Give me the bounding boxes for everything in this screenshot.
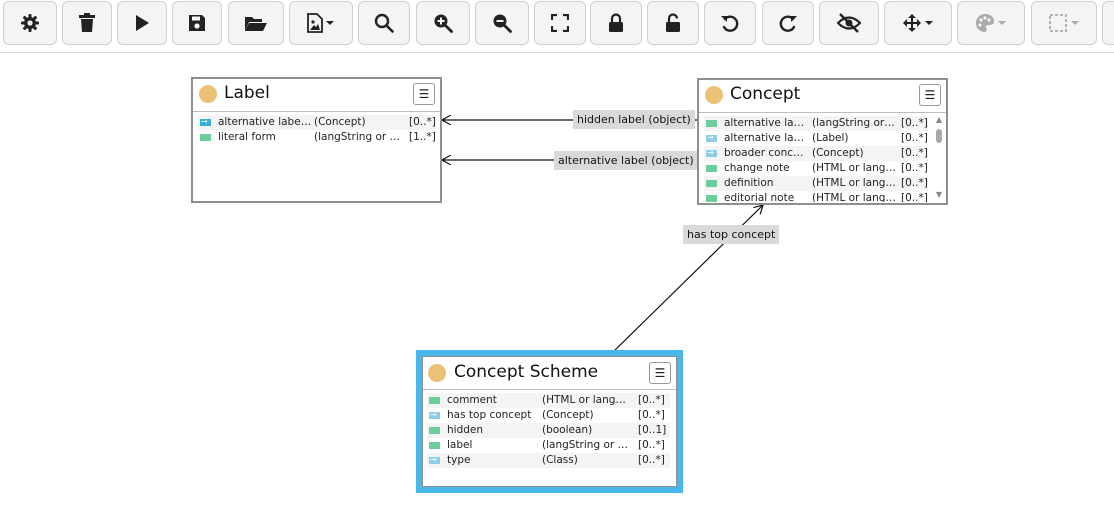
property-cardinality: [0..*]	[901, 177, 928, 189]
node-header: Concept Scheme ☰	[423, 357, 676, 390]
property-name: alternative label for	[218, 116, 312, 128]
scroll-down-icon[interactable]: ▼	[934, 191, 944, 199]
property-type: (HTML or langSt...	[812, 162, 898, 174]
property-type: (langString or stri...	[314, 131, 404, 143]
property-cardinality: [0..*]	[901, 147, 928, 159]
property-row[interactable]: editorial note (HTML or langSt... [0..*]	[704, 191, 928, 202]
property-cardinality: [0..*]	[638, 439, 665, 451]
hamburger-menu-icon[interactable]: ☰	[413, 83, 435, 105]
property-name: type	[447, 454, 471, 466]
property-type: (Concept)	[542, 409, 594, 421]
property-name: comment	[447, 394, 497, 406]
relation-icon	[429, 452, 440, 467]
class-node-concept[interactable]: Concept ☰ alternative label (langString …	[697, 78, 948, 205]
attribute-icon	[706, 195, 717, 202]
node-title: Label	[224, 83, 270, 103]
property-cardinality: [1..*]	[409, 131, 435, 143]
relation-icon	[706, 130, 717, 145]
property-type: (langString or str...	[812, 117, 898, 129]
node-frame: Concept Scheme ☰ comment (HTML or langSt…	[422, 356, 677, 487]
property-type: (langString or stri...	[542, 439, 632, 451]
property-list: comment (HTML or langStri... [0..*] has …	[427, 393, 670, 468]
property-name: has top concept	[447, 409, 532, 421]
property-name: broader concept	[724, 147, 808, 159]
property-type: (Concept)	[812, 147, 864, 159]
attribute-icon	[706, 120, 717, 127]
property-row[interactable]: comment (HTML or langStri... [0..*]	[427, 393, 670, 408]
attribute-icon	[200, 134, 211, 141]
property-row[interactable]: change note (HTML or langSt... [0..*]	[704, 161, 928, 176]
property-type: (HTML or langSt...	[812, 177, 898, 189]
class-circle-icon	[428, 364, 446, 382]
class-circle-icon	[199, 85, 217, 103]
property-name: change note	[724, 162, 790, 174]
property-row[interactable]: literal form (langString or stri... [1..…	[198, 130, 435, 145]
property-type: (Concept)	[314, 116, 366, 128]
property-list: alternative label for (Concept) [0..*] l…	[198, 115, 435, 145]
node-header: Concept ☰	[699, 80, 946, 113]
node-title: Concept	[730, 84, 801, 104]
property-cardinality: [0..*]	[638, 409, 665, 421]
property-list[interactable]: alternative label (langString or str... …	[704, 116, 928, 202]
property-row[interactable]: hidden (boolean) [0..1]	[427, 423, 670, 438]
edge-label-alternative-label[interactable]: alternative label (object)	[554, 151, 698, 170]
property-cardinality: [0..*]	[901, 117, 928, 129]
property-name: hidden	[447, 424, 484, 436]
node-title: Concept Scheme	[454, 362, 599, 382]
property-cardinality: [0..*]	[638, 454, 665, 466]
property-name: literal form	[218, 131, 276, 143]
property-row[interactable]: alternative label (langString or str... …	[704, 116, 928, 131]
attribute-icon	[429, 397, 440, 404]
relation-icon	[429, 407, 440, 422]
edge-label-has-top-concept[interactable]: has top concept	[683, 225, 780, 244]
property-name: editorial note	[724, 192, 795, 202]
property-name: alternative label...	[724, 132, 808, 144]
property-type: (Label)	[812, 132, 849, 144]
property-cardinality: [0..*]	[901, 162, 928, 174]
class-node-label[interactable]: Label ☰ alternative label for (Concept) …	[191, 77, 442, 203]
property-cardinality: [0..*]	[409, 116, 435, 128]
scroll-up-icon[interactable]: ▲	[934, 116, 944, 124]
property-name: label	[447, 439, 473, 451]
property-name: definition	[724, 177, 774, 189]
attribute-icon	[429, 427, 440, 434]
property-row[interactable]: broader concept (Concept) [0..*]	[704, 145, 928, 161]
property-row[interactable]: type (Class) [0..*]	[427, 452, 670, 468]
property-cardinality: [0..1]	[638, 424, 667, 436]
property-row[interactable]: definition (HTML or langSt... [0..*]	[704, 176, 928, 191]
property-list-scrollbar[interactable]: ▲ ▼	[934, 116, 944, 199]
property-type: (Class)	[542, 454, 578, 466]
attribute-icon	[429, 442, 440, 449]
property-cardinality: [0..*]	[901, 192, 928, 202]
hamburger-menu-icon[interactable]: ☰	[649, 362, 671, 384]
property-cardinality: [0..*]	[901, 132, 928, 144]
scrollbar-thumb[interactable]	[936, 129, 942, 143]
property-cardinality: [0..*]	[638, 394, 665, 406]
property-name: alternative label	[724, 117, 808, 129]
edge-label-hidden-label[interactable]: hidden label (object)	[573, 110, 695, 129]
class-node-concept-scheme[interactable]: Concept Scheme ☰ comment (HTML or langSt…	[416, 350, 683, 493]
property-row[interactable]: alternative label for (Concept) [0..*]	[198, 115, 435, 130]
property-type: (HTML or langStri...	[542, 394, 632, 406]
hamburger-menu-icon[interactable]: ☰	[919, 84, 941, 106]
relation-icon	[200, 115, 211, 129]
property-row[interactable]: alternative label... (Label) [0..*]	[704, 130, 928, 146]
property-type: (boolean)	[542, 424, 593, 436]
property-row[interactable]: has top concept (Concept) [0..*]	[427, 407, 670, 423]
class-circle-icon	[705, 86, 723, 104]
node-header: Label ☰	[193, 79, 440, 112]
attribute-icon	[706, 165, 717, 172]
property-type: (HTML or langSt...	[812, 192, 898, 202]
relation-icon	[706, 145, 717, 160]
property-row[interactable]: label (langString or stri... [0..*]	[427, 438, 670, 453]
attribute-icon	[706, 180, 717, 187]
